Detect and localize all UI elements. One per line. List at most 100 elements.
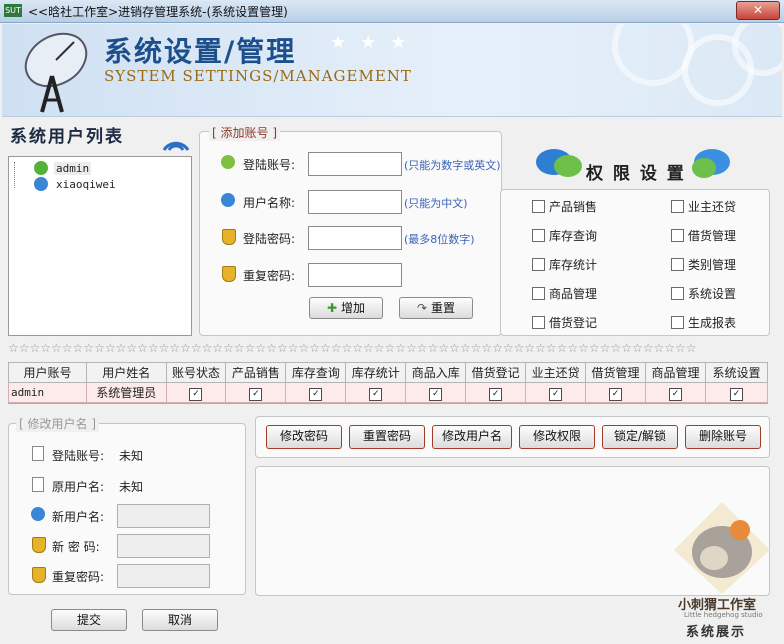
cancel-button[interactable]: 取消 [142, 609, 218, 631]
add-account-legend-text: 添加账号 [220, 126, 269, 140]
repeat-password-label: 重复密码: [243, 269, 296, 283]
login-account-input[interactable] [308, 152, 402, 176]
modify-user-legend-text: 修改用户名 [27, 417, 88, 431]
column-header[interactable]: 系统设置 [704, 362, 769, 383]
column-header[interactable]: 库存查询 [285, 362, 347, 383]
column-header[interactable]: 商品入库 [405, 362, 467, 383]
checkbox[interactable]: ✓ [189, 387, 203, 401]
checkbox[interactable]: ✓ [309, 387, 323, 401]
column-header[interactable]: 库存统计 [345, 362, 407, 383]
repeat-new-password-label: 重复密码: [52, 570, 105, 584]
column-header[interactable]: 用户账号 [7, 362, 88, 383]
document-icon [32, 477, 44, 492]
checkbox[interactable]: ✓ [249, 387, 263, 401]
modify-login-value: 未知 [119, 449, 144, 463]
column-header[interactable]: 业主还贷 [525, 362, 587, 383]
login-account-hint: (只能为数字或英文) [404, 159, 501, 172]
column-header[interactable]: 借货管理 [585, 362, 646, 383]
user-name-label: 用户名称: [243, 196, 296, 210]
new-password-input[interactable] [117, 534, 210, 558]
user-name-input[interactable] [308, 190, 402, 214]
checkbox[interactable]: ✓ [549, 387, 563, 401]
shield-icon [222, 266, 236, 282]
perm-owner-repay[interactable]: 业主还贷 [671, 198, 736, 215]
cell-check[interactable]: ✓ [285, 382, 347, 403]
change-permissions-button[interactable]: 修改权限 [519, 425, 595, 449]
perm-loan-mgmt[interactable]: 借货管理 [671, 227, 736, 244]
watermark-line3: 系统展示 [686, 625, 747, 640]
cell-check[interactable]: ✓ [165, 382, 227, 403]
add-button[interactable]: ✚ 增加 [309, 297, 383, 319]
repeat-new-password-input[interactable] [117, 564, 210, 588]
column-header[interactable]: 用户姓名 [86, 362, 167, 383]
reset-arrow-icon: ↷ [417, 301, 428, 315]
cell-name: 系统管理员 [86, 382, 167, 403]
checkbox[interactable]: ✓ [489, 387, 503, 401]
change-password-button[interactable]: 修改密码 [266, 425, 342, 449]
checkbox[interactable]: ✓ [729, 387, 743, 401]
watermark-logo: 小刺猬工作室 Little hedgehog studio 系统展示 [662, 500, 780, 640]
cell-check[interactable]: ✓ [704, 382, 769, 403]
banner-stars: ★★★ [330, 32, 421, 53]
perm-stock-stats[interactable]: 库存统计 [532, 256, 597, 273]
perm-stock-query[interactable]: 库存查询 [532, 227, 597, 244]
user-icon [34, 161, 48, 175]
delete-account-button[interactable]: 删除账号 [685, 425, 761, 449]
new-name-label: 新用户名: [52, 510, 105, 524]
modify-login-label: 登陆账号: [52, 449, 105, 463]
cell-check[interactable]: ✓ [405, 382, 467, 403]
tree-item-admin[interactable]: admin [54, 162, 92, 175]
tree-item-xiaoqiwei[interactable]: xiaoqiwei [54, 178, 118, 191]
add-account-legend: [ 添加账号 ] [209, 124, 281, 141]
shield-icon [32, 537, 46, 553]
chat-bubbles-icon [692, 149, 730, 178]
perm-category-mgmt[interactable]: 类别管理 [671, 256, 736, 273]
cell-check[interactable]: ✓ [585, 382, 646, 403]
modify-user-legend: [ 修改用户名 ] [16, 415, 100, 432]
chat-bubbles-icon [536, 149, 582, 177]
login-account-label: 登陆账号: [243, 158, 296, 172]
add-button-label: 增加 [340, 301, 365, 315]
password-input[interactable] [308, 226, 402, 250]
cell-check[interactable]: ✓ [645, 382, 706, 403]
user-icon [221, 155, 235, 169]
close-button[interactable]: ✕ [736, 1, 780, 20]
table-row[interactable]: admin 系统管理员 ✓ ✓ ✓ ✓ ✓ ✓ ✓ ✓ ✓ ✓ [7, 382, 769, 403]
app-icon: SUT [4, 4, 22, 17]
checkbox[interactable]: ✓ [369, 387, 383, 401]
repeat-password-input[interactable] [308, 263, 402, 287]
column-header[interactable]: 账号状态 [165, 362, 227, 383]
checkbox[interactable]: ✓ [668, 387, 682, 401]
password-hint: (最多8位数字) [404, 233, 475, 246]
submit-button[interactable]: 提交 [51, 609, 127, 631]
reset-password-button[interactable]: 重置密码 [349, 425, 425, 449]
cell-check[interactable]: ✓ [465, 382, 527, 403]
change-username-button[interactable]: 修改用户名 [432, 425, 512, 449]
new-name-input[interactable] [117, 504, 210, 528]
signal-arcs-icon [162, 141, 190, 151]
checkbox[interactable]: ✓ [429, 387, 443, 401]
perm-loan-register[interactable]: 借货登记 [532, 314, 597, 331]
banner-title: 系统设置/管理 [104, 35, 297, 68]
perm-product-sales[interactable]: 产品销售 [532, 198, 597, 215]
column-header[interactable]: 借货登记 [465, 362, 527, 383]
window-title: <<晗社工作室>进销存管理系统-(系统设置管理) [28, 5, 288, 19]
column-header[interactable]: 产品销售 [225, 362, 287, 383]
cell-check[interactable]: ✓ [525, 382, 587, 403]
user-name-hint: (只能为中文) [404, 197, 468, 210]
perm-generate-report[interactable]: 生成报表 [671, 314, 736, 331]
banner-subtitle: SYSTEM SETTINGS/MANAGEMENT [104, 67, 412, 85]
reset-button[interactable]: ↷ 重置 [399, 297, 473, 319]
perm-goods-mgmt[interactable]: 商品管理 [532, 285, 597, 302]
column-header[interactable]: 商品管理 [645, 362, 706, 383]
lock-unlock-button[interactable]: 锁定/解锁 [602, 425, 678, 449]
table-bottom-line [8, 403, 768, 404]
checkbox[interactable]: ✓ [609, 387, 623, 401]
cell-check[interactable]: ✓ [225, 382, 287, 403]
perm-system-settings[interactable]: 系统设置 [671, 285, 736, 302]
hedgehog-icon [674, 502, 770, 594]
password-label: 登陆密码: [243, 232, 296, 246]
cell-check[interactable]: ✓ [345, 382, 407, 403]
satellite-dish-icon [24, 32, 88, 113]
star-divider: ☆☆☆☆☆☆☆☆☆☆☆☆☆☆☆☆☆☆☆☆☆☆☆☆☆☆☆☆☆☆☆☆☆☆☆☆☆☆☆☆… [8, 341, 697, 355]
